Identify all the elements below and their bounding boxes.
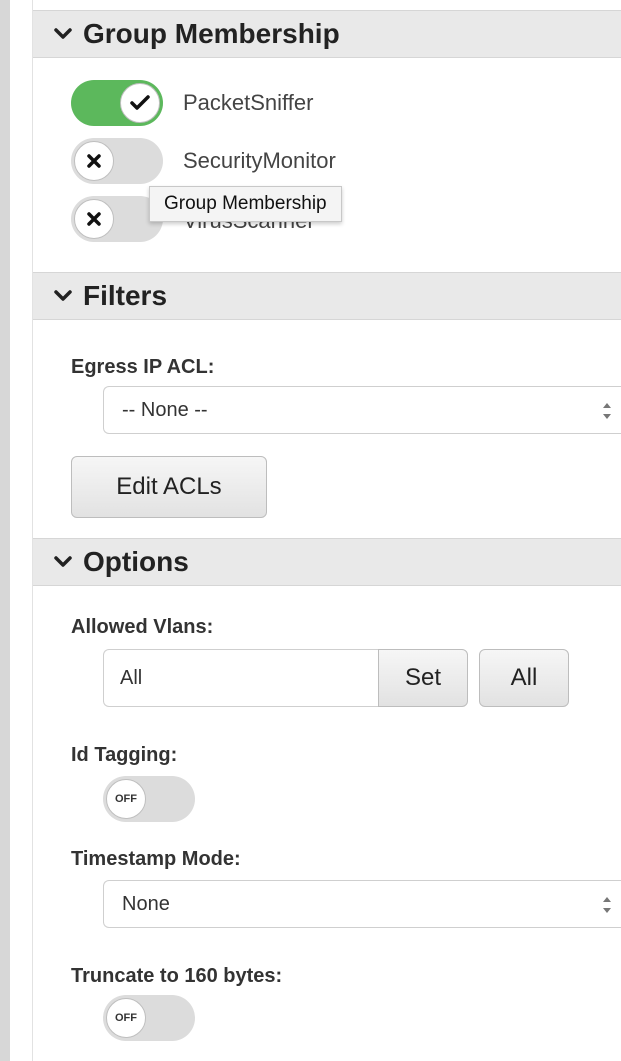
- allowed-vlans-input[interactable]: All: [103, 649, 379, 707]
- group-label-securitymonitor: SecurityMonitor: [183, 148, 336, 173]
- section-title: Options: [83, 546, 189, 577]
- section-title: Filters: [83, 280, 168, 311]
- egress-acl-value: -- None --: [122, 398, 208, 421]
- chevron-down-icon: [53, 24, 73, 44]
- id-tagging-label: Id Tagging:: [71, 744, 178, 766]
- egress-acl-label: Egress IP ACL:: [71, 356, 215, 378]
- edit-acls-button[interactable]: Edit ACLs: [71, 456, 267, 518]
- settings-panel: Group Membership PacketSniffer SecurityM…: [32, 0, 621, 1061]
- toggle-securitymonitor[interactable]: [71, 138, 163, 184]
- chevron-down-icon: [53, 286, 73, 306]
- close-icon: [74, 199, 114, 239]
- timestamp-mode-select[interactable]: None: [103, 880, 621, 928]
- select-arrows-icon: [603, 403, 611, 419]
- id-tagging-toggle[interactable]: OFF: [103, 776, 195, 822]
- toggle-state-text: OFF: [106, 779, 146, 819]
- allowed-vlans-value: All: [120, 666, 143, 689]
- left-rail: [0, 0, 10, 1061]
- section-header-options[interactable]: Options: [33, 538, 621, 586]
- set-button[interactable]: Set: [378, 649, 468, 707]
- section-header-filters[interactable]: Filters: [33, 272, 621, 320]
- toggle-packetsniffer[interactable]: [71, 80, 163, 126]
- section-header-group-membership[interactable]: Group Membership: [33, 10, 621, 58]
- group-label-packetsniffer: PacketSniffer: [183, 90, 314, 115]
- all-button[interactable]: All: [479, 649, 569, 707]
- timestamp-mode-label: Timestamp Mode:: [71, 848, 241, 870]
- toggle-state-text: OFF: [106, 998, 146, 1038]
- section-title: Group Membership: [83, 18, 340, 49]
- egress-acl-select[interactable]: -- None --: [103, 386, 621, 434]
- chevron-down-icon: [53, 552, 73, 572]
- timestamp-mode-value: None: [122, 892, 170, 915]
- tooltip: Group Membership: [149, 186, 342, 222]
- close-icon: [74, 141, 114, 181]
- checkmark-icon: [120, 83, 160, 123]
- truncate-label: Truncate to 160 bytes:: [71, 965, 283, 987]
- select-arrows-icon: [603, 897, 611, 913]
- allowed-vlans-label: Allowed Vlans:: [71, 616, 214, 638]
- truncate-toggle[interactable]: OFF: [103, 995, 195, 1041]
